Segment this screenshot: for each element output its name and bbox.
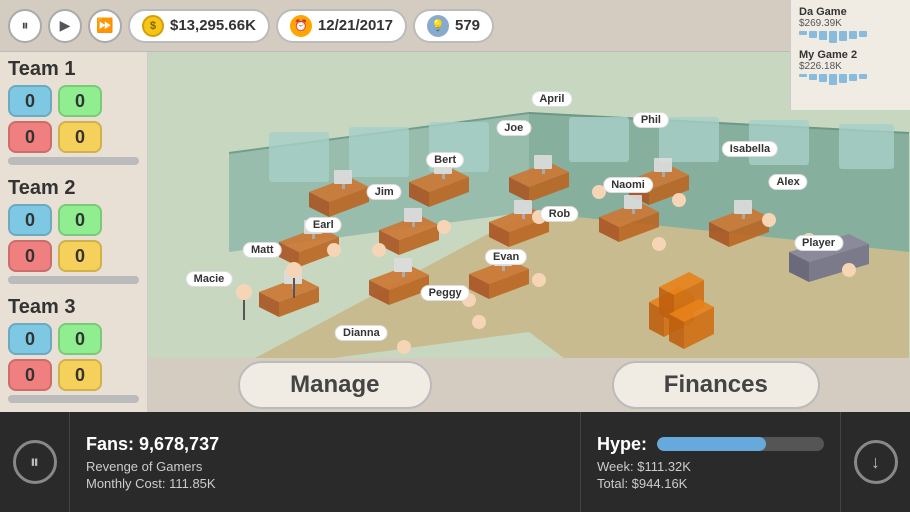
team-2-row-2: 0 0 xyxy=(8,240,139,272)
play-button[interactable]: ▶ xyxy=(48,9,82,43)
monthly-cost: Monthly Cost: 111.85K xyxy=(86,476,564,491)
team-2-row-1: 0 0 xyxy=(8,204,139,236)
game-1-bars xyxy=(799,31,902,43)
team-1-block: Team 1 0 0 0 0 xyxy=(8,58,139,165)
bottom-right-stats: Hype: Week: $111.32K Total: $944.16K xyxy=(580,412,840,512)
score-pill: 💡 579 xyxy=(413,9,494,43)
scroll-down-button[interactable]: ↓ xyxy=(854,440,898,484)
team-3-progress xyxy=(8,395,139,403)
team-3-stat-1: 0 xyxy=(8,323,52,355)
games-panel: Da Game $269.39K My Game 2 $226.18K xyxy=(790,0,910,110)
team-3-title: Team 3 xyxy=(8,296,139,319)
bottom-pause-area: ⏸ xyxy=(0,412,70,512)
team-1-row-1: 0 0 xyxy=(8,85,139,117)
bottom-pause-button[interactable]: ⏸ xyxy=(13,440,57,484)
timer-icon: ⏰ xyxy=(290,15,312,37)
game-2-title: My Game 2 xyxy=(799,49,902,61)
date-pill: ⏰ 12/21/2017 xyxy=(276,9,407,43)
team-3-stat-4: 0 xyxy=(58,359,102,391)
team-3-stat-2: 0 xyxy=(58,323,102,355)
bottom-bar: ⏸ Fans: 9,678,737 Revenge of Gamers Mont… xyxy=(0,412,910,512)
game-1-title: Da Game xyxy=(799,6,902,18)
score-value: 579 xyxy=(455,17,480,34)
team-3-block: Team 3 0 0 0 0 xyxy=(8,296,139,403)
coin-icon: $ xyxy=(142,15,164,37)
game-1-revenue: $269.39K xyxy=(799,18,902,29)
bulb-icon: 💡 xyxy=(427,15,449,37)
game-entry-2: My Game 2 $226.18K xyxy=(799,49,902,85)
manage-button[interactable]: Manage xyxy=(238,361,431,409)
bottom-stats: Fans: 9,678,737 Revenge of Gamers Monthl… xyxy=(70,412,580,512)
project-name: Revenge of Gamers xyxy=(86,459,564,474)
team-2-stat-2: 0 xyxy=(58,204,102,236)
team-2-stat-3: 0 xyxy=(8,240,52,272)
game-2-revenue: $226.18K xyxy=(799,61,902,72)
team-3-stat-3: 0 xyxy=(8,359,52,391)
total-revenue: Total: $944.16K xyxy=(597,476,824,491)
team-2-title: Team 2 xyxy=(8,177,139,200)
hype-bar-fill xyxy=(657,437,766,451)
finances-button[interactable]: Finances xyxy=(612,361,820,409)
fast-forward-button[interactable]: ⏩ xyxy=(88,9,122,43)
team-1-stat-1: 0 xyxy=(8,85,52,117)
team-1-progress xyxy=(8,157,139,165)
hype-display: Hype: xyxy=(597,434,824,455)
week-revenue: Week: $111.32K xyxy=(597,459,824,474)
team-2-progress xyxy=(8,276,139,284)
team-1-row-2: 0 0 xyxy=(8,121,139,153)
date-value: 12/21/2017 xyxy=(318,17,393,34)
team-2-stat-4: 0 xyxy=(58,240,102,272)
money-pill: $ $13,295.66K xyxy=(128,9,270,43)
team-3-row-1: 0 0 xyxy=(8,323,139,355)
team-2-stat-1: 0 xyxy=(8,204,52,236)
money-value: $13,295.66K xyxy=(170,17,256,34)
game-2-bars xyxy=(799,74,902,85)
action-buttons: Manage Finances xyxy=(148,358,910,412)
team-1-title: Team 1 xyxy=(8,58,139,81)
top-bar: ⏸ ▶ ⏩ $ $13,295.66K ⏰ 12/21/2017 💡 579 ⚙ xyxy=(0,0,910,52)
bottom-down-area: ↓ xyxy=(840,412,910,512)
fans-display: Fans: 9,678,737 xyxy=(86,434,564,455)
hype-bar-container xyxy=(657,437,824,451)
game-entry-1: Da Game $269.39K xyxy=(799,6,902,43)
pause-button[interactable]: ⏸ xyxy=(8,9,42,43)
team-1-stat-2: 0 xyxy=(58,85,102,117)
team-1-stat-3: 0 xyxy=(8,121,52,153)
team-3-row-2: 0 0 xyxy=(8,359,139,391)
team-1-stat-4: 0 xyxy=(58,121,102,153)
hype-label: Hype: xyxy=(597,434,647,455)
team-2-block: Team 2 0 0 0 0 xyxy=(8,177,139,284)
